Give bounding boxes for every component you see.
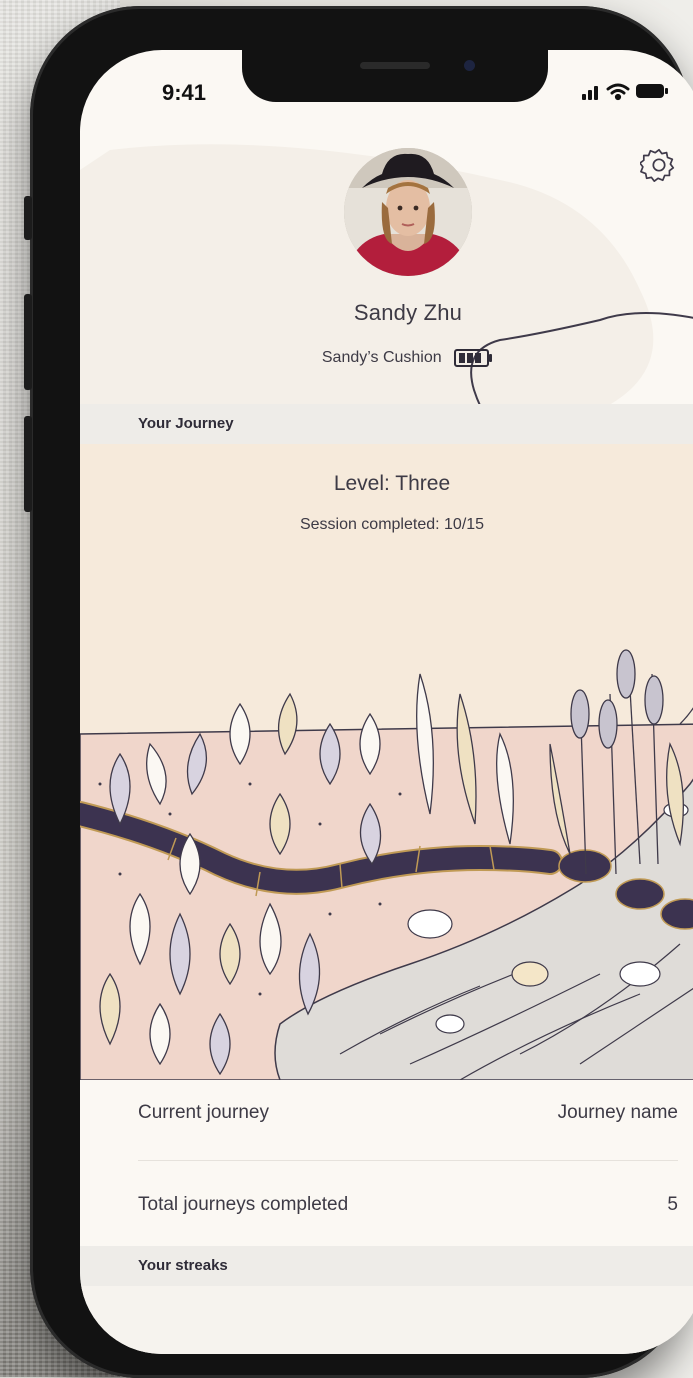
- battery-icon: [636, 84, 668, 98]
- battery-icon: [454, 349, 493, 367]
- avatar-portrait: [344, 148, 472, 276]
- total-journeys-value: 5: [667, 1194, 678, 1215]
- total-journeys-row: Total journeys completed 5: [138, 1172, 678, 1236]
- app-screen: 9:41 Sandy Zhu Sandy’s Cushion Your Jour…: [80, 50, 693, 1354]
- status-time: 9:41: [162, 80, 207, 105]
- current-journey-label: Current journey: [138, 1102, 269, 1123]
- streaks-area: [80, 1286, 693, 1354]
- journey-level: Level: Three: [333, 472, 451, 495]
- journey-card: Level: Three Session completed: 10/15: [80, 444, 693, 1080]
- settings-gear-icon[interactable]: [640, 146, 678, 184]
- session-progress: Session completed: 10/15: [299, 516, 485, 533]
- journey-illustration: [80, 649, 693, 1080]
- signal-icon: [582, 86, 598, 100]
- device-status[interactable]: Sandy’s Cushion: [80, 348, 693, 368]
- profile-name: Sandy Zhu: [353, 300, 463, 325]
- wifi-icon: [606, 83, 630, 101]
- current-journey-row[interactable]: Current journey Journey name: [138, 1080, 678, 1144]
- avatar[interactable]: [344, 148, 472, 276]
- current-journey-value: Journey name: [557, 1102, 678, 1123]
- total-journeys-label: Total journeys completed: [138, 1194, 349, 1215]
- section-header-streaks: Your streaks: [80, 1246, 693, 1286]
- device-name: Sandy’s Cushion: [321, 349, 442, 366]
- status-icons: [582, 83, 668, 101]
- section-header-journey: Your Journey: [80, 404, 693, 444]
- phone-frame: 9:41 Sandy Zhu Sandy’s Cushion Your Jour…: [24, 6, 693, 1378]
- divider: [138, 1160, 678, 1161]
- notch: [242, 50, 548, 102]
